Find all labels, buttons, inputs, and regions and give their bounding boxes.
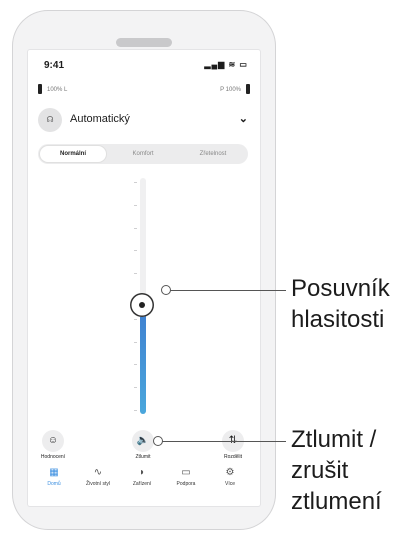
volume-tick xyxy=(134,318,137,320)
volume-tick xyxy=(134,227,137,229)
volume-tick xyxy=(134,410,137,411)
tab-lifestyle-label: Životní styl xyxy=(86,481,110,487)
signal-wifi-battery-icon: ▂▄▆ ≋ ▭ xyxy=(204,60,248,69)
mute-callout-line-1: Ztlumit / xyxy=(291,426,377,453)
phone-speaker xyxy=(116,38,172,47)
volume-callout-text: Posuvník hlasitosti xyxy=(291,273,390,335)
status-time: 9:41 xyxy=(44,60,65,71)
right-battery-icon xyxy=(246,84,250,94)
volume-tick xyxy=(134,273,137,275)
mute-callout-line-3: ztlumení xyxy=(291,488,382,515)
volume-tick xyxy=(134,204,137,206)
mute-label: Ztlumit xyxy=(135,454,151,460)
volume-tick xyxy=(134,250,137,252)
mode-comfort[interactable]: Komfort xyxy=(110,146,176,162)
volume-tick xyxy=(134,341,137,343)
volume-callout-line-2: hlasitosti xyxy=(291,306,385,333)
chevron-down-icon[interactable]: ⌄ xyxy=(239,112,248,125)
pulse-icon: ∿ xyxy=(93,467,103,478)
volume-callout-dot xyxy=(161,285,171,295)
mute-callout-line xyxy=(158,441,286,442)
mode-segmented-control: Normální Komfort Zřetelnost xyxy=(38,144,248,164)
right-battery-label: P 100% xyxy=(220,87,241,93)
mode-normal[interactable]: Normální xyxy=(40,146,106,162)
hearing-aid-icon: ◗ xyxy=(138,467,146,478)
mute-button[interactable]: 🔈 xyxy=(132,430,154,452)
left-battery-label: 100% L xyxy=(47,87,68,93)
left-battery-icon xyxy=(38,84,42,94)
split-label: Rozdělit xyxy=(223,454,243,460)
tab-support-label: Podpora xyxy=(176,481,196,487)
tab-more-label: Více xyxy=(224,481,235,487)
program-name: Automatický xyxy=(70,113,130,125)
volume-slider-thumb[interactable] xyxy=(130,293,154,318)
chat-icon: ▭ xyxy=(181,467,191,478)
mute-callout-line-2: zrušit xyxy=(291,457,349,484)
status-bar: 9:41 ▂▄▆ ≋ ▭ xyxy=(28,50,260,78)
mode-clarity[interactable]: Zřetelnost xyxy=(180,146,246,162)
tab-devices[interactable]: ◗ Zařízení xyxy=(122,466,162,487)
gear-icon: ⚙ xyxy=(225,467,235,478)
rate-label: Hodnocení xyxy=(40,454,66,460)
mute-callout-dot xyxy=(153,436,163,446)
volume-callout-line-1: Posuvník xyxy=(291,275,390,302)
tab-home-label: Domů xyxy=(47,481,61,487)
mute-callout-text: Ztlumit / zrušit ztlumení xyxy=(291,424,382,517)
program-selector[interactable]: ☊ Automatický ⌄ xyxy=(38,108,250,132)
rate-button[interactable]: ☺ xyxy=(42,430,64,452)
tab-devices-label: Zařízení xyxy=(132,481,152,487)
tab-lifestyle[interactable]: ∿ Životní styl xyxy=(78,466,118,487)
volume-tick xyxy=(134,387,137,389)
app-screen: 9:41 ▂▄▆ ≋ ▭ 100% L P 100% ☊ Automatický… xyxy=(28,50,260,506)
volume-slider-fill xyxy=(140,305,146,414)
bottom-tab-bar: ▦ Domů ∿ Životní styl ◗ Zařízení ▭ Podpo… xyxy=(28,466,260,506)
tab-more[interactable]: ⚙ Více xyxy=(210,466,250,487)
volume-tick xyxy=(134,182,137,183)
tab-home[interactable]: ▦ Domů xyxy=(34,466,74,487)
tab-support[interactable]: ▭ Podpora xyxy=(166,466,206,487)
program-icon: ☊ xyxy=(38,108,62,132)
home-grid-icon: ▦ xyxy=(49,467,59,478)
volume-tick xyxy=(134,364,137,366)
volume-callout-line xyxy=(166,290,286,291)
battery-row: 100% L P 100% xyxy=(38,84,250,98)
